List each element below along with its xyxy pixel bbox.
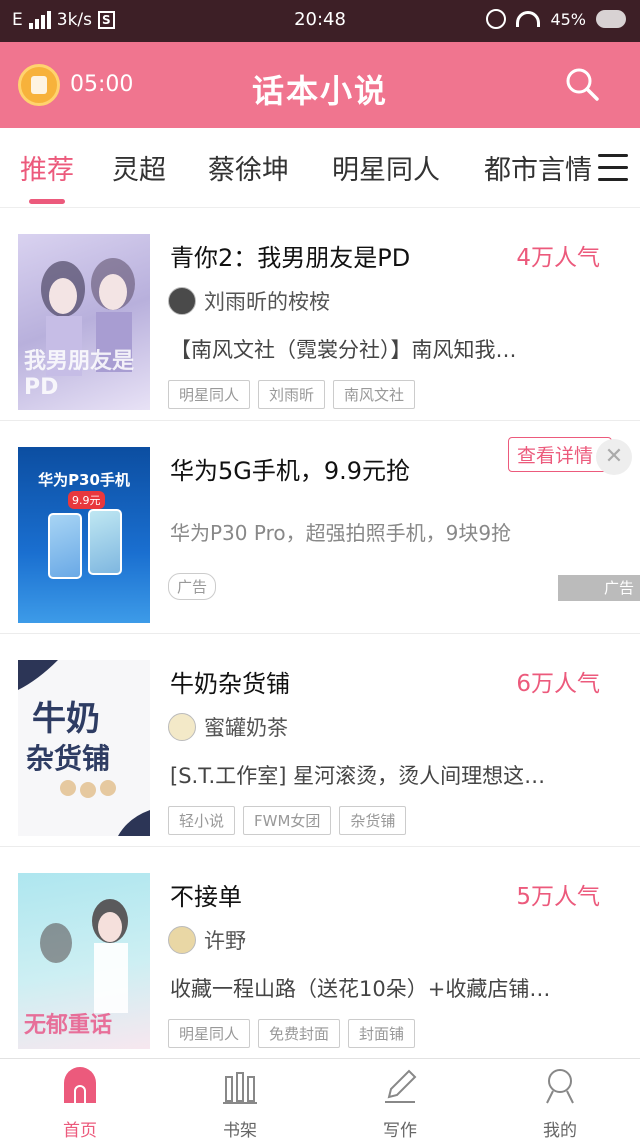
popularity-count: 6万人气: [516, 671, 600, 697]
nav-profile-label: 我的: [543, 1121, 577, 1138]
bookshelf-icon: [223, 1072, 257, 1104]
nav-home[interactable]: 首页: [30, 1067, 130, 1138]
tag[interactable]: 明星同人: [168, 1019, 251, 1048]
ad-cover[interactable]: 华为P30手机 9.9元: [18, 447, 150, 623]
phone-image: [48, 513, 82, 579]
tab-urban-romance[interactable]: 都市言情: [484, 148, 592, 187]
author[interactable]: 许野: [168, 925, 246, 955]
book-cover[interactable]: 无郁重话: [18, 873, 150, 1049]
tag[interactable]: 杂货铺: [339, 806, 407, 835]
tag[interactable]: 明星同人: [168, 380, 251, 409]
tab-caixukun[interactable]: 蔡徐坤: [208, 148, 289, 187]
ad-cover-title: 华为P30手机: [38, 471, 130, 489]
category-tabs: 推荐 灵超 蔡徐坤 明星同人 都市言情: [0, 128, 640, 208]
avatar: [168, 926, 196, 954]
story-title[interactable]: 牛奶杂货铺: [170, 664, 290, 699]
pencil-icon: [385, 1069, 417, 1103]
list-item[interactable]: 我男朋友是PD 青你2：我男朋友是PD 4万人气 刘雨昕的桉桉 【南风文社（霓裳…: [0, 208, 640, 421]
story-description: 收藏一程山路（送花10朵）+收藏店铺…: [170, 977, 551, 1001]
author[interactable]: 刘雨昕的桉桉: [168, 286, 330, 316]
cover-title: 我男朋友是PD: [24, 349, 135, 400]
popularity-count: 5万人气: [516, 884, 600, 910]
avatar: [168, 287, 196, 315]
cover-title: 无郁重话: [24, 1013, 113, 1038]
story-description: [S.T.工作室] 星河滚烫，烫人间理想这…: [170, 764, 546, 788]
close-icon[interactable]: ✕: [596, 439, 632, 475]
nav-write[interactable]: 写作: [350, 1067, 450, 1138]
home-icon: [64, 1067, 96, 1103]
book-cover[interactable]: 牛奶 杂货铺: [18, 660, 150, 836]
alarm-icon: [486, 9, 507, 29]
tag[interactable]: 封面铺: [348, 1019, 416, 1048]
avatar: [168, 713, 196, 741]
menu-icon[interactable]: [598, 154, 628, 182]
ad-label: 广告: [168, 573, 217, 600]
tag-list: 明星同人 免费封面 封面铺: [168, 1019, 416, 1048]
story-title[interactable]: 不接单: [170, 877, 242, 912]
tab-lingchao[interactable]: 灵超: [112, 148, 166, 187]
nav-write-label: 写作: [383, 1121, 417, 1138]
nav-profile[interactable]: 我的: [510, 1067, 610, 1138]
ad-corner-label: 广告: [603, 579, 634, 597]
search-icon[interactable]: [564, 66, 600, 102]
author-name: 许野: [204, 929, 246, 953]
phone-image: [88, 509, 122, 575]
book-cover[interactable]: 我男朋友是PD: [18, 234, 150, 410]
author-name: 刘雨昕的桉桉: [204, 290, 330, 314]
nav-bookshelf[interactable]: 书架: [190, 1067, 290, 1138]
tab-star-fanfic[interactable]: 明星同人: [332, 148, 440, 187]
app-title: 话本小说: [251, 72, 388, 110]
author-name: 蜜罐奶茶: [204, 716, 288, 740]
story-title[interactable]: 青你2：我男朋友是PD: [170, 238, 410, 273]
ad-item[interactable]: 华为P30手机 9.9元 华为5G手机，9.9元抢 查看详情 ✕ 华为P30 P…: [0, 421, 640, 634]
ad-corner-badge: 广告: [558, 575, 640, 601]
tab-recommend[interactable]: 推荐: [20, 148, 74, 187]
svg-text:牛奶: 牛奶: [32, 699, 100, 739]
story-description: 【南风文社（霓裳分社）】南风知我…: [170, 338, 517, 362]
cover-illustration: 牛奶 杂货铺: [18, 660, 150, 836]
tag[interactable]: 轻小说: [168, 806, 236, 835]
tag[interactable]: 刘雨昕: [258, 380, 326, 409]
nav-bookshelf-label: 书架: [223, 1121, 257, 1138]
battery-percent: 45%: [550, 9, 586, 29]
story-list: 我男朋友是PD 青你2：我男朋友是PD 4万人气 刘雨昕的桉桉 【南风文社（霓裳…: [0, 208, 640, 1058]
tag-list: 轻小说 FWM女团 杂货铺: [168, 806, 407, 835]
nav-home-label: 首页: [63, 1121, 97, 1138]
user-icon: [546, 1069, 574, 1104]
tag[interactable]: 南风文社: [333, 380, 416, 409]
ad-cover-price: 9.9元: [68, 491, 105, 509]
bottom-nav: 首页 书架 写作 我的: [0, 1058, 640, 1138]
ad-title[interactable]: 华为5G手机，9.9元抢: [170, 451, 410, 486]
author[interactable]: 蜜罐奶茶: [168, 712, 288, 742]
wifi-icon: [516, 11, 541, 27]
battery-icon: [596, 10, 626, 28]
ad-description: 华为P30 Pro，超强拍照手机，9块9抢: [170, 521, 512, 545]
list-item[interactable]: 牛奶 杂货铺 牛奶杂货铺 6万人气 蜜罐奶茶 [S.T.工作室] 星河滚烫，烫人…: [0, 634, 640, 847]
tag[interactable]: FWM女团: [243, 806, 332, 835]
active-tab-indicator: [29, 199, 65, 204]
list-item[interactable]: 无郁重话 不接单 5万人气 许野 收藏一程山路（送花10朵）+收藏店铺… 明星同…: [0, 847, 640, 1058]
tag[interactable]: 免费封面: [258, 1019, 341, 1048]
tag-list: 明星同人 刘雨昕 南风文社: [168, 380, 416, 409]
status-bar: E 3k/s S 20:48 45%: [0, 0, 640, 42]
status-right: 45%: [486, 9, 626, 29]
app-header: 05:00 话本小说: [0, 42, 640, 128]
popularity-count: 4万人气: [516, 245, 600, 271]
svg-text:杂货铺: 杂货铺: [26, 742, 110, 775]
